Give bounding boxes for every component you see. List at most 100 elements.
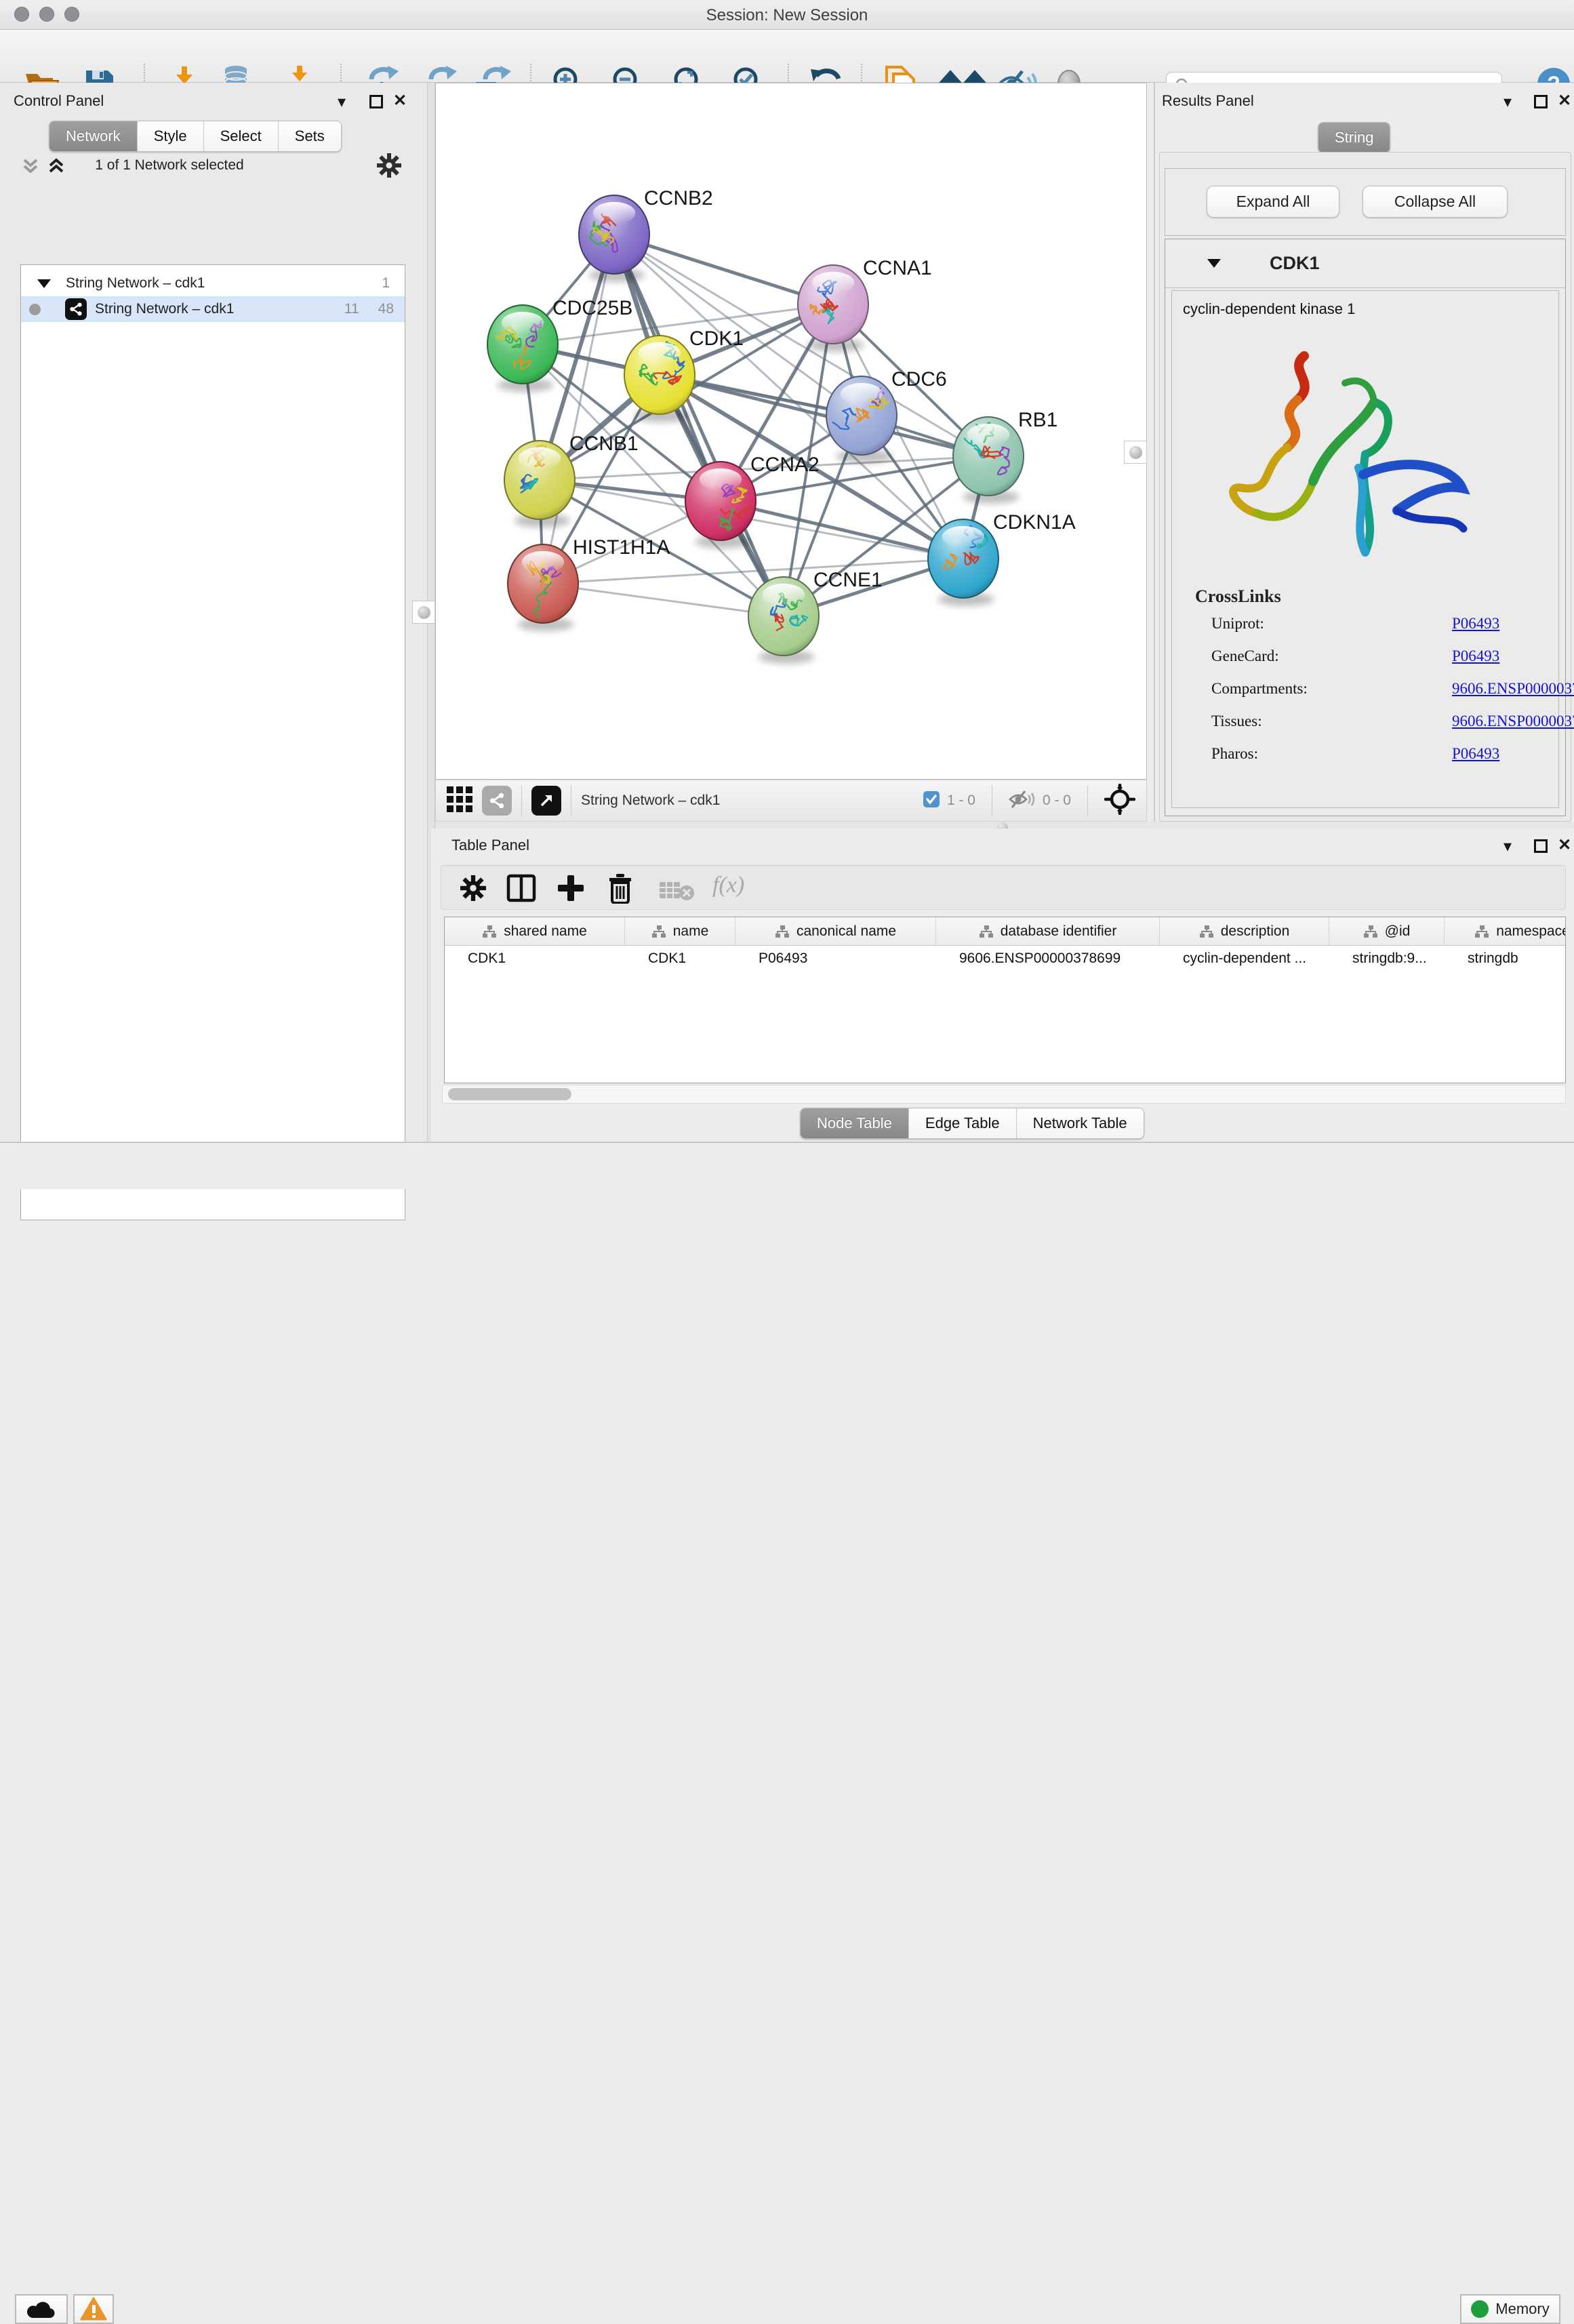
- table-cell[interactable]: stringdb:9...: [1329, 946, 1445, 971]
- node-CDKN1A[interactable]: [928, 519, 998, 606]
- selected-checkbox-icon[interactable]: [923, 790, 940, 812]
- view-toolbar-separator: [1087, 785, 1088, 816]
- node-CCNB2[interactable]: [579, 195, 649, 282]
- tab-network-table[interactable]: Network Table: [1017, 1108, 1144, 1138]
- hidden-eye-icon[interactable]: [1009, 789, 1036, 813]
- node-CCNE1[interactable]: [748, 577, 819, 664]
- tab-sets[interactable]: Sets: [279, 121, 341, 151]
- hierarchy-icon: [775, 925, 790, 938]
- hierarchy-icon: [651, 925, 666, 938]
- crosslink-label: Tissues:: [1211, 713, 1330, 730]
- expand-all-button[interactable]: Expand All: [1207, 186, 1339, 218]
- column-header-label: namespace: [1496, 923, 1566, 940]
- table-horizontal-scrollbar[interactable]: [442, 1085, 1566, 1104]
- status-bar: Memory: [0, 1142, 1574, 1189]
- collapse-all-button[interactable]: Collapse All: [1363, 186, 1508, 218]
- network-edge-count: 48: [378, 301, 394, 317]
- column-header-shared-name[interactable]: shared name: [445, 917, 625, 945]
- results-panel-float-icon[interactable]: [1534, 95, 1548, 108]
- memory-status-dot: [1471, 2300, 1489, 2318]
- network-graph[interactable]: CCNB2CCNA1CDC25BCDK1CDC6RB1CCNB1CCNA2CDK…: [436, 83, 1146, 779]
- table-cell[interactable]: cyclin-dependent ...: [1160, 946, 1329, 971]
- network-collection-row[interactable]: String Network – cdk1 1: [21, 271, 405, 296]
- column-header-label: @id: [1385, 923, 1411, 940]
- table-cell[interactable]: stringdb: [1445, 946, 1566, 971]
- table-panel-float-icon[interactable]: [1534, 839, 1548, 853]
- column-header-database-identifier[interactable]: database identifier: [936, 917, 1160, 945]
- node-RB1[interactable]: [953, 417, 1024, 504]
- crosslink-value-link[interactable]: P06493: [1452, 745, 1499, 763]
- node-CCNA1[interactable]: [798, 265, 868, 352]
- column-header-name[interactable]: name: [625, 917, 735, 945]
- column-header-canonical-name[interactable]: canonical name: [735, 917, 936, 945]
- memory-button[interactable]: Memory: [1460, 2294, 1560, 2324]
- entry-gene-name: CDK1: [1270, 253, 1320, 274]
- column-header-id[interactable]: @id: [1329, 917, 1445, 945]
- table-panel-close-icon[interactable]: ✕: [1558, 838, 1571, 853]
- table-cell[interactable]: P06493: [735, 946, 936, 971]
- table-row[interactable]: CDK1CDK1P064939606.ENSP00000378699cyclin…: [445, 946, 1565, 971]
- open-in-new-window-icon[interactable]: [531, 786, 561, 816]
- scrollbar-thumb[interactable]: [448, 1088, 571, 1100]
- table-panel-collapse-icon[interactable]: ▾: [1504, 839, 1512, 854]
- network-row[interactable]: String Network – cdk1 11 48: [21, 296, 405, 322]
- splitter-collapse-handle[interactable]: [412, 601, 435, 624]
- tab-select[interactable]: Select: [204, 121, 279, 151]
- tab-style[interactable]: Style: [138, 121, 204, 151]
- edge-HIST1H1A-CCNE1[interactable]: [543, 584, 784, 616]
- node-label-CDC6: CDC6: [891, 368, 947, 390]
- cloud-status-button[interactable]: [15, 2294, 68, 2324]
- tab-edge-table[interactable]: Edge Table: [909, 1108, 1017, 1138]
- results-panel-collapse-icon[interactable]: ▾: [1504, 95, 1512, 110]
- birds-eye-crosshair-icon[interactable]: [1104, 784, 1135, 818]
- results-splitter-handle[interactable]: [1124, 441, 1147, 464]
- edge-CCNB2-CCNE1[interactable]: [614, 235, 784, 616]
- node-CCNB1[interactable]: [504, 441, 575, 527]
- warning-status-button[interactable]: [73, 2294, 114, 2324]
- network-options-gear-icon[interactable]: [377, 153, 401, 181]
- table-toolbar: f(x): [441, 865, 1566, 910]
- hidden-nodes-edges-count: 0 - 0: [1043, 793, 1071, 809]
- crosslink-row: Tissues:9606.ENSP00000378699: [1211, 713, 1550, 730]
- table-cell[interactable]: CDK1: [445, 946, 625, 971]
- results-entry-header[interactable]: CDK1: [1165, 239, 1565, 288]
- column-header-description[interactable]: description: [1160, 917, 1329, 945]
- table-cell[interactable]: CDK1: [625, 946, 735, 971]
- results-panel-close-icon[interactable]: ✕: [1558, 94, 1571, 108]
- node-HIST1H1A[interactable]: [508, 544, 578, 631]
- crosslink-value-link[interactable]: P06493: [1452, 647, 1499, 665]
- table-type-tabs: Node TableEdge TableNetwork Table: [800, 1108, 1144, 1139]
- tab-node-table[interactable]: Node Table: [801, 1108, 909, 1138]
- network-edges[interactable]: [523, 235, 988, 616]
- hierarchy-icon: [1199, 925, 1214, 938]
- grid-view-icon[interactable]: [445, 785, 474, 817]
- share-network-icon[interactable]: [482, 786, 512, 816]
- column-header-namespace[interactable]: namespace: [1445, 917, 1566, 945]
- show-column-icon[interactable]: [506, 874, 536, 906]
- disclosure-triangle-icon[interactable]: [37, 279, 51, 288]
- node-CDC25B[interactable]: [487, 305, 558, 392]
- table-cell[interactable]: 9606.ENSP00000378699: [936, 946, 1160, 971]
- entry-disclosure-triangle-icon[interactable]: [1207, 259, 1221, 268]
- column-header-label: shared name: [504, 923, 587, 940]
- results-panel-title: Results Panel: [1162, 92, 1254, 110]
- control-panel-collapse-icon[interactable]: ▾: [338, 95, 346, 110]
- delete-column-trash-icon[interactable]: [607, 873, 634, 907]
- crosslink-label: GeneCard:: [1211, 647, 1330, 665]
- add-column-icon[interactable]: [557, 874, 585, 906]
- crosslink-value-link[interactable]: P06493: [1452, 615, 1499, 633]
- network-canvas[interactable]: CCNB2CCNA1CDC25BCDK1CDC6RB1CCNB1CCNA2CDK…: [435, 83, 1147, 780]
- crosslink-label: Uniprot:: [1211, 615, 1330, 633]
- control-panel-close-icon[interactable]: ✕: [393, 94, 407, 108]
- node-table[interactable]: shared name namecanonical name database id…: [444, 917, 1566, 1083]
- table-settings-gear-icon[interactable]: [460, 875, 486, 904]
- crosslink-value-link[interactable]: 9606.ENSP00000378699: [1452, 713, 1574, 730]
- node-label-CDKN1A: CDKN1A: [993, 511, 1076, 534]
- crosslink-value-link[interactable]: 9606.ENSP00000378699: [1452, 680, 1574, 698]
- node-CCNA2[interactable]: [685, 462, 756, 548]
- tab-network[interactable]: Network: [49, 121, 138, 151]
- string-network-icon: [65, 298, 87, 320]
- tab-string[interactable]: String: [1318, 123, 1390, 153]
- column-header-label: database identifier: [1001, 923, 1117, 940]
- control-panel-float-icon[interactable]: [369, 95, 383, 108]
